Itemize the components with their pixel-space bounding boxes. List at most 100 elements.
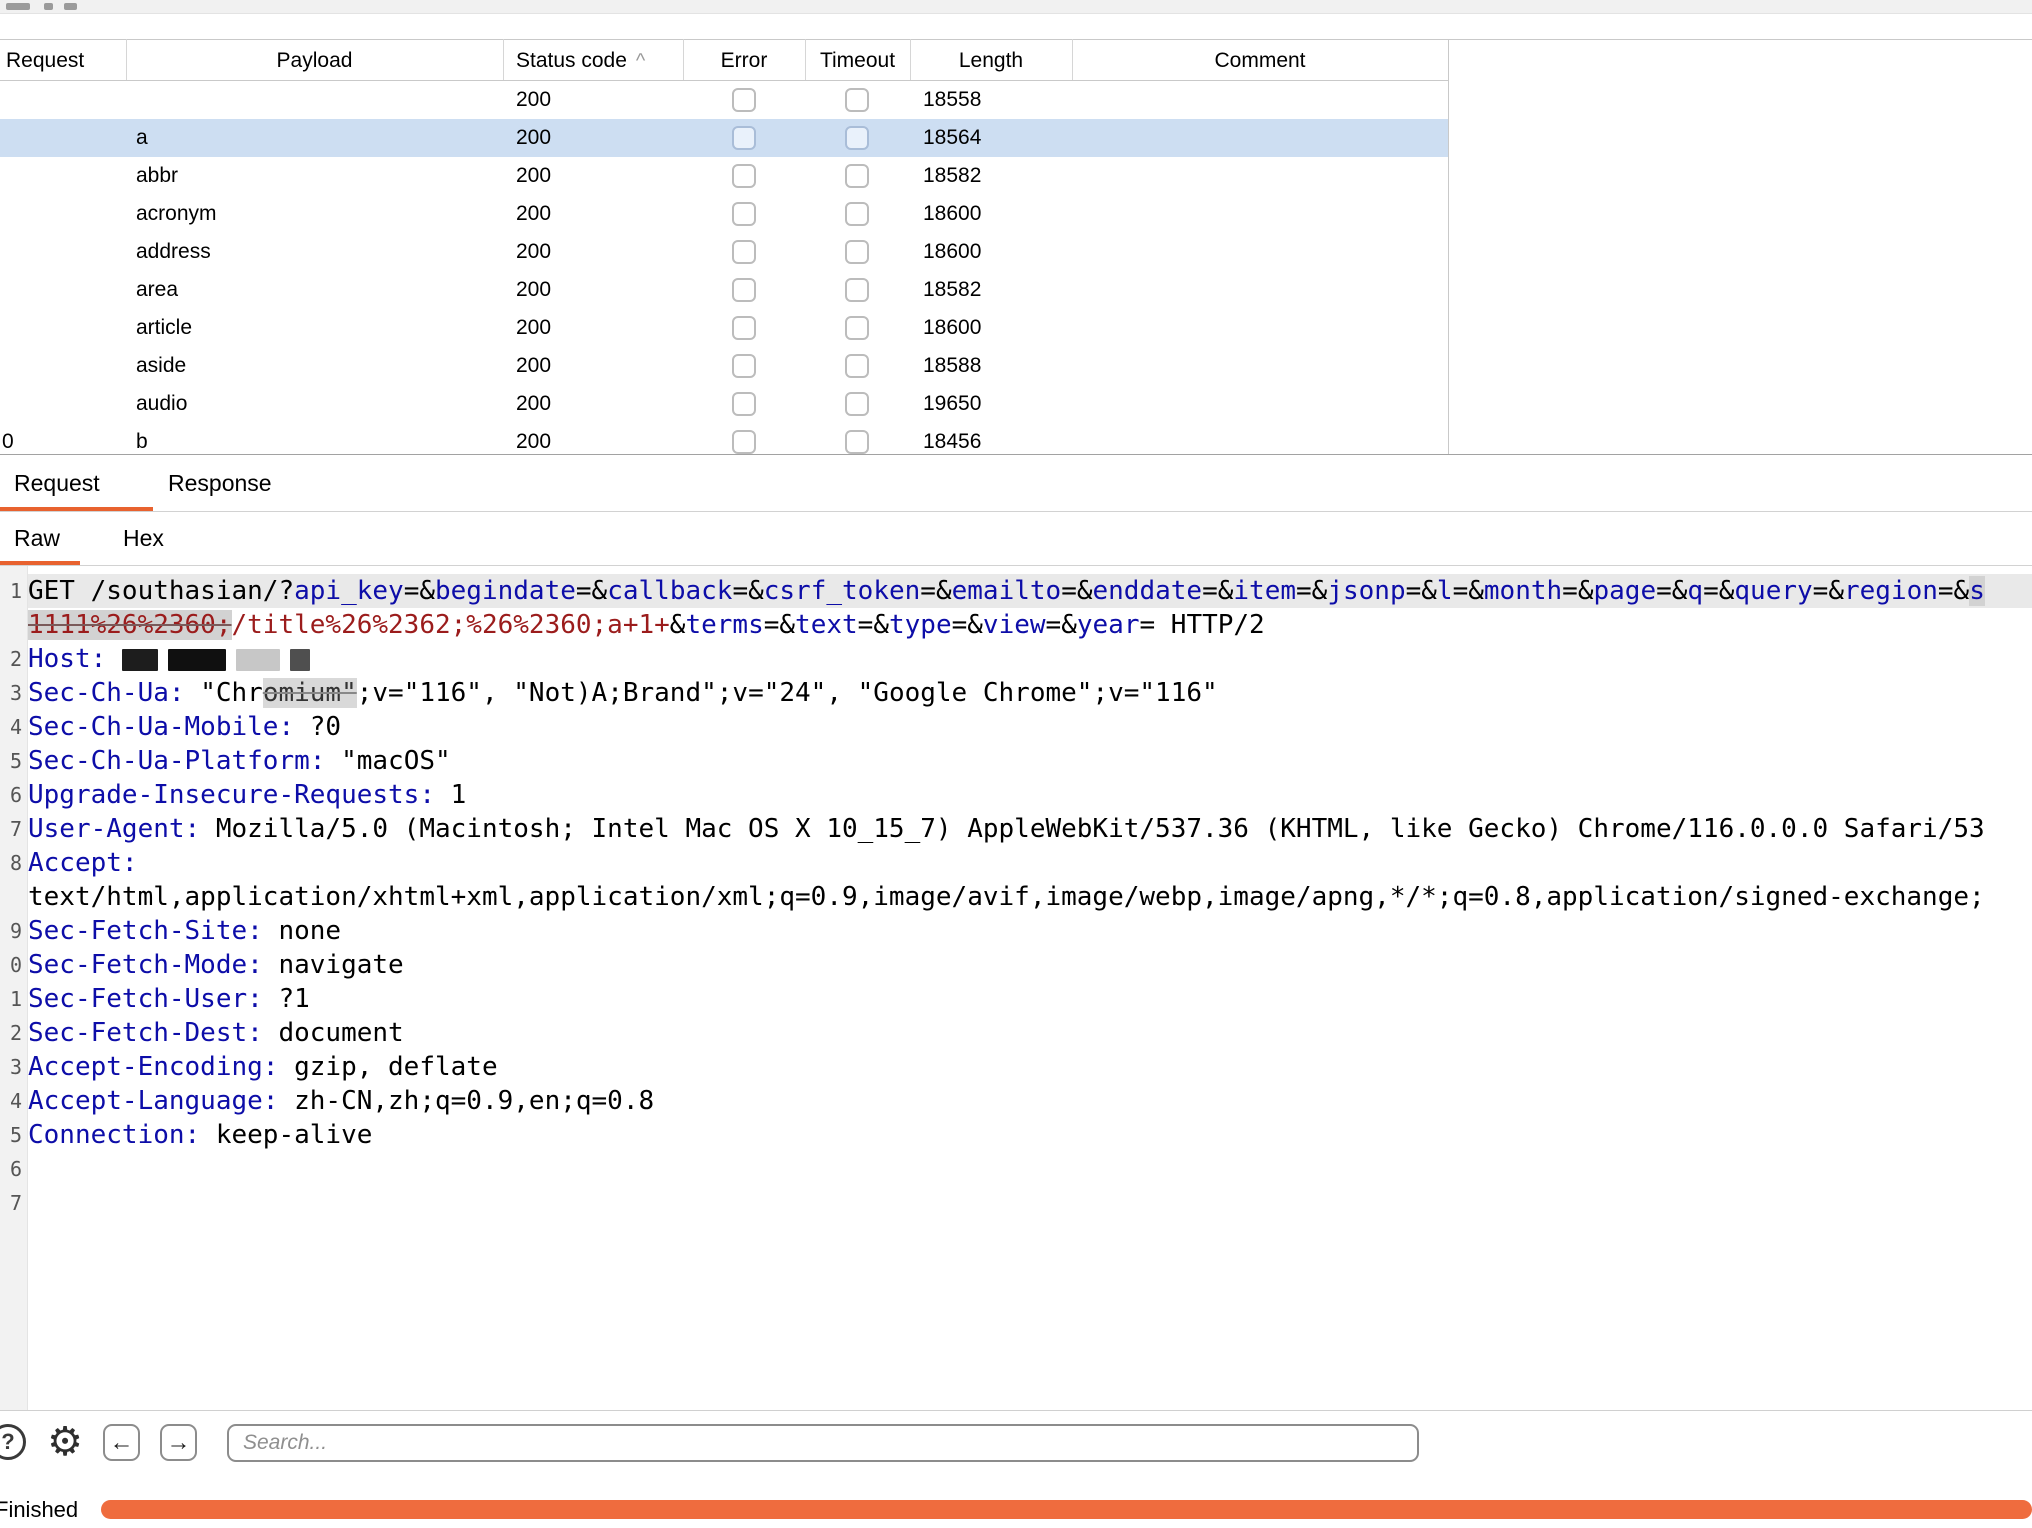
- table-row[interactable]: audio20019650: [0, 385, 1448, 423]
- request-line[interactable]: 1Sec-Fetch-User: ?1: [0, 982, 2032, 1016]
- error-checkbox[interactable]: [732, 126, 756, 150]
- results-rows: 20018558a20018564abbr20018582acronym2001…: [0, 81, 1448, 454]
- settings-gear-icon[interactable]: ⚙: [42, 1419, 88, 1465]
- table-row[interactable]: 20018558: [0, 81, 1448, 119]
- toolbar-divider: [0, 1410, 2032, 1411]
- request-line[interactable]: 8Accept:: [0, 846, 2032, 880]
- results-table-header: Request Payload Status code^ Error Timeo…: [0, 39, 2032, 80]
- request-line[interactable]: 5Connection: keep-alive: [0, 1118, 2032, 1152]
- tab-raw[interactable]: Raw: [0, 512, 80, 565]
- timeout-checkbox[interactable]: [845, 164, 869, 188]
- error-checkbox[interactable]: [732, 354, 756, 378]
- payload-cell: b: [136, 423, 486, 454]
- timeout-checkbox[interactable]: [845, 316, 869, 340]
- error-checkbox[interactable]: [732, 316, 756, 340]
- line-number: [0, 880, 28, 914]
- line-content: text/html,application/xhtml+xml,applicat…: [28, 880, 2032, 914]
- error-checkbox[interactable]: [732, 240, 756, 264]
- column-header-request[interactable]: Request: [6, 40, 124, 81]
- timeout-checkbox[interactable]: [845, 354, 869, 378]
- text-segment: =&: [1703, 576, 1734, 606]
- timeout-checkbox[interactable]: [845, 430, 869, 454]
- timeout-checkbox[interactable]: [845, 240, 869, 264]
- timeout-checkbox[interactable]: [845, 126, 869, 150]
- tab-response[interactable]: Response: [168, 455, 272, 511]
- column-divider: [805, 39, 806, 80]
- error-checkbox[interactable]: [732, 202, 756, 226]
- payload-cell: [136, 81, 486, 119]
- line-number: 9: [0, 914, 28, 948]
- table-row[interactable]: a20018564: [0, 119, 1448, 157]
- tab-request[interactable]: Request: [0, 455, 153, 511]
- error-checkbox[interactable]: [732, 392, 756, 416]
- request-number-cell: [2, 81, 112, 119]
- status-code-cell: 200: [516, 347, 666, 385]
- request-line[interactable]: 2Host:: [0, 642, 2032, 676]
- column-header-length[interactable]: Length: [910, 40, 1072, 81]
- timeout-checkbox[interactable]: [845, 202, 869, 226]
- request-line[interactable]: 4Sec-Ch-Ua-Mobile: ?0: [0, 710, 2032, 744]
- request-line[interactable]: 5Sec-Ch-Ua-Platform: "macOS": [0, 744, 2032, 778]
- request-line[interactable]: 0Sec-Fetch-Mode: navigate: [0, 948, 2032, 982]
- request-line[interactable]: 7User-Agent: Mozilla/5.0 (Macintosh; Int…: [0, 812, 2032, 846]
- timeout-checkbox[interactable]: [845, 88, 869, 112]
- table-row[interactable]: article20018600: [0, 309, 1448, 347]
- line-number: 3: [0, 676, 28, 710]
- timeout-checkbox[interactable]: [845, 278, 869, 302]
- request-line[interactable]: 6Upgrade-Insecure-Requests: 1: [0, 778, 2032, 812]
- timeout-checkbox[interactable]: [845, 392, 869, 416]
- text-segment: csrf_token: [764, 576, 921, 606]
- request-line[interactable]: 3Sec-Ch-Ua: "Chromium";v="116", "Not)A;B…: [0, 676, 2032, 710]
- column-header-status-code[interactable]: Status code^: [516, 40, 645, 81]
- table-bottom-divider: [0, 454, 2032, 455]
- table-row[interactable]: address20018600: [0, 233, 1448, 271]
- text-segment: page: [1593, 576, 1656, 606]
- line-content: Sec-Fetch-Dest: document: [28, 1016, 2032, 1050]
- column-header-comment[interactable]: Comment: [1072, 40, 1448, 81]
- request-line[interactable]: 2Sec-Fetch-Dest: document: [0, 1016, 2032, 1050]
- text-segment: Sec-Fetch-Mode:: [28, 950, 278, 980]
- status-code-cell: 200: [516, 157, 666, 195]
- request-line[interactable]: 1GET /southasian/?api_key=&begindate=&ca…: [0, 574, 2032, 608]
- payload-cell: audio: [136, 385, 486, 423]
- table-row[interactable]: aside20018588: [0, 347, 1448, 385]
- text-segment: =&: [1656, 576, 1687, 606]
- text-segment: keep-alive: [216, 1120, 373, 1150]
- table-row[interactable]: 0b20018456: [0, 423, 1448, 454]
- error-checkbox[interactable]: [732, 430, 756, 454]
- error-checkbox[interactable]: [732, 88, 756, 112]
- tab-label: Raw: [14, 525, 60, 551]
- text-segment: =&: [1938, 576, 1969, 606]
- length-cell: 18600: [923, 195, 1063, 233]
- request-line[interactable]: 4Accept-Language: zh-CN,zh;q=0.9,en;q=0.…: [0, 1084, 2032, 1118]
- tab-hex[interactable]: Hex: [123, 512, 164, 565]
- error-checkbox[interactable]: [732, 278, 756, 302]
- length-cell: 18564: [923, 119, 1063, 157]
- table-row[interactable]: acronym20018600: [0, 195, 1448, 233]
- help-icon[interactable]: ?: [0, 1424, 26, 1460]
- column-header-error[interactable]: Error: [683, 40, 805, 81]
- comment-cell: [1085, 309, 1435, 347]
- request-line[interactable]: 9Sec-Fetch-Site: none: [0, 914, 2032, 948]
- request-line[interactable]: 7: [0, 1186, 2032, 1220]
- column-header-payload[interactable]: Payload: [126, 40, 503, 81]
- line-content: Sec-Fetch-Mode: navigate: [28, 948, 2032, 982]
- request-editor[interactable]: 1GET /southasian/?api_key=&begindate=&ca…: [0, 566, 2032, 1410]
- comment-cell: [1085, 157, 1435, 195]
- text-segment: =&: [1562, 576, 1593, 606]
- status-label: Finished: [0, 1497, 78, 1523]
- table-row[interactable]: area20018582: [0, 271, 1448, 309]
- table-row[interactable]: abbr20018582: [0, 157, 1448, 195]
- status-code-cell: 200: [516, 385, 666, 423]
- error-checkbox[interactable]: [732, 164, 756, 188]
- request-line[interactable]: text/html,application/xhtml+xml,applicat…: [0, 880, 2032, 914]
- request-line[interactable]: 1111%26%2360;/title%26%2362;%26%2360;a+1…: [0, 608, 2032, 642]
- text-segment: begindate: [435, 576, 576, 606]
- previous-match-button[interactable]: ←: [103, 1424, 140, 1461]
- text-segment: =&: [1406, 576, 1437, 606]
- request-line[interactable]: 3Accept-Encoding: gzip, deflate: [0, 1050, 2032, 1084]
- column-header-timeout[interactable]: Timeout: [805, 40, 910, 81]
- search-input[interactable]: [227, 1424, 1419, 1462]
- request-line[interactable]: 6: [0, 1152, 2032, 1186]
- next-match-button[interactable]: →: [160, 1424, 197, 1461]
